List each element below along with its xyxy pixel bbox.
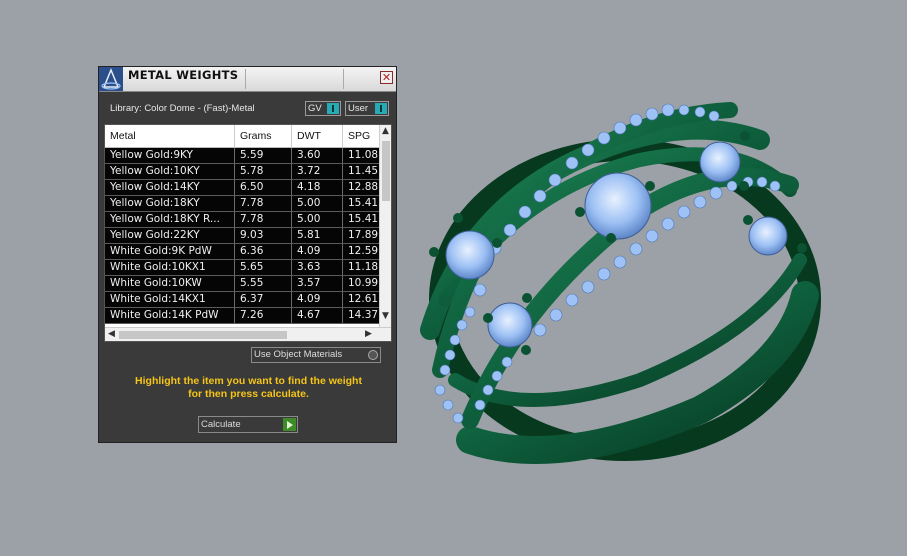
cell-grams: 5.55	[235, 276, 292, 291]
cell-grams: 7.78	[235, 196, 292, 211]
cell-spg: 12.88	[348, 181, 379, 193]
cell-metal: Yellow Gold:9KY	[105, 148, 235, 163]
cell-dwt: 3.57	[292, 276, 343, 291]
scroll-right-icon[interactable]: ▶	[365, 329, 372, 339]
app-logo-icon	[99, 67, 123, 91]
cell-metal: White Gold:10KW	[105, 276, 235, 291]
cell-grams: 6.50	[235, 180, 292, 195]
cell-grams: 6.36	[235, 244, 292, 259]
table-row[interactable]: Yellow Gold:10KY 5.78 3.72 11.45	[105, 164, 379, 180]
instructions-line: for then press calculate.	[188, 388, 309, 400]
scroll-left-icon[interactable]: ◀	[108, 329, 115, 339]
user-toggle[interactable]: User	[345, 101, 389, 116]
cell-spg: 11.45	[348, 165, 379, 177]
cell-dwt: 4.09	[292, 244, 343, 259]
table-header: Metal Grams DWT SPG	[105, 125, 379, 148]
cell-spg: 15.41	[348, 197, 379, 209]
cell-spg: 17.89	[348, 229, 379, 241]
cell-grams: 5.65	[235, 260, 292, 275]
table-row[interactable]: Yellow Gold:14KY 6.50 4.18 12.88	[105, 180, 379, 196]
titlebar-divider	[245, 69, 246, 89]
cell-spg: 14.37	[348, 309, 379, 321]
column-header-metal[interactable]: Metal	[105, 125, 235, 147]
cell-grams: 5.78	[235, 164, 292, 179]
user-toggle-label: User	[348, 103, 369, 114]
cell-spg: 12.59	[348, 245, 379, 257]
table-row[interactable]: White Gold:14K PdW 7.26 4.67 14.37	[105, 308, 379, 324]
cell-metal: Yellow Gold:10KY	[105, 164, 235, 179]
library-label: Library: Color Dome - (Fast)-Metal	[110, 103, 255, 114]
scroll-up-icon[interactable]: ▲	[382, 126, 389, 136]
panel-title: METAL WEIGHTS	[128, 68, 239, 82]
table-row[interactable]: Yellow Gold:18KY 7.78 5.00 15.41	[105, 196, 379, 212]
close-icon[interactable]: ✕	[380, 71, 393, 84]
table-row[interactable]: Yellow Gold:9KY 5.59 3.60 11.08	[105, 148, 379, 164]
vertical-scrollbar[interactable]: ▲ ▼	[379, 125, 391, 327]
panel-titlebar[interactable]: METAL WEIGHTS ✕	[99, 67, 396, 92]
toggle-switch-icon	[327, 103, 339, 114]
instructions-text: Highlight the item you want to find the …	[109, 375, 388, 401]
table-row[interactable]: White Gold:14KX1 6.37 4.09 12.61	[105, 292, 379, 308]
cell-spg: 15.41	[348, 213, 379, 225]
cell-dwt: 4.09	[292, 292, 343, 307]
column-header-grams[interactable]: Grams	[235, 125, 292, 147]
cell-dwt: 3.63	[292, 260, 343, 275]
cell-metal: Yellow Gold:18KY R...	[105, 212, 235, 227]
use-object-materials-option[interactable]: Use Object Materials	[251, 347, 381, 363]
cell-dwt: 4.67	[292, 308, 343, 323]
table-row[interactable]: White Gold:9K PdW 6.36 4.09 12.59	[105, 244, 379, 260]
cell-dwt: 3.60	[292, 148, 343, 163]
scroll-down-icon[interactable]: ▼	[382, 311, 389, 321]
cell-spg: 11.18	[348, 261, 379, 273]
cell-grams: 7.26	[235, 308, 292, 323]
table-row[interactable]: White Gold:10KW 5.55 3.57 10.99	[105, 276, 379, 292]
titlebar-divider	[343, 69, 344, 89]
cell-metal: White Gold:10KX1	[105, 260, 235, 275]
cell-grams: 6.37	[235, 292, 292, 307]
cell-spg: 12.61	[348, 293, 379, 305]
cell-grams: 7.78	[235, 212, 292, 227]
use-object-materials-label: Use Object Materials	[254, 349, 343, 360]
cell-spg: 10.99	[348, 277, 379, 289]
column-header-spg[interactable]: SPG	[343, 125, 383, 147]
table-body: Yellow Gold:9KY 5.59 3.60 11.08 Yellow Gold:…	[105, 148, 379, 324]
table-row[interactable]: White Gold:10KX1 5.65 3.63 11.18	[105, 260, 379, 276]
gv-toggle-label: GV	[308, 103, 322, 114]
cell-metal: White Gold:9K PdW	[105, 244, 235, 259]
cell-spg: 11.08	[348, 149, 379, 161]
cell-dwt: 3.72	[292, 164, 343, 179]
scrollbar-thumb[interactable]	[382, 141, 390, 201]
gv-toggle[interactable]: GV	[305, 101, 341, 116]
calculate-label: Calculate	[201, 419, 241, 430]
toggle-switch-icon	[375, 103, 387, 114]
cell-metal: Yellow Gold:18KY	[105, 196, 235, 211]
play-icon[interactable]	[283, 418, 296, 431]
cell-grams: 5.59	[235, 148, 292, 163]
cell-dwt: 5.00	[292, 196, 343, 211]
ring-render	[420, 102, 821, 464]
cell-metal: Yellow Gold:22KY	[105, 228, 235, 243]
scrollbar-thumb[interactable]	[119, 331, 287, 339]
radio-icon[interactable]	[368, 350, 378, 360]
calculate-button[interactable]: Calculate	[198, 416, 298, 433]
column-header-dwt[interactable]: DWT	[292, 125, 343, 147]
cell-metal: White Gold:14KX1	[105, 292, 235, 307]
cell-grams: 9.03	[235, 228, 292, 243]
horizontal-scrollbar[interactable]: ◀ ▶	[105, 327, 391, 341]
cell-metal: White Gold:14K PdW	[105, 308, 235, 323]
instructions-line: Highlight the item you want to find the …	[135, 375, 362, 387]
cell-dwt: 4.18	[292, 180, 343, 195]
metal-table[interactable]: Metal Grams DWT SPG Yellow Gold:9KY 5.59 3…	[104, 124, 392, 342]
metal-weights-panel: METAL WEIGHTS ✕ Library: Color Dome - (F…	[98, 66, 397, 443]
cell-dwt: 5.81	[292, 228, 343, 243]
cell-metal: Yellow Gold:14KY	[105, 180, 235, 195]
table-row[interactable]: Yellow Gold:22KY 9.03 5.81 17.89	[105, 228, 379, 244]
table-row[interactable]: Yellow Gold:18KY R... 7.78 5.00 15.41	[105, 212, 379, 228]
cell-dwt: 5.00	[292, 212, 343, 227]
